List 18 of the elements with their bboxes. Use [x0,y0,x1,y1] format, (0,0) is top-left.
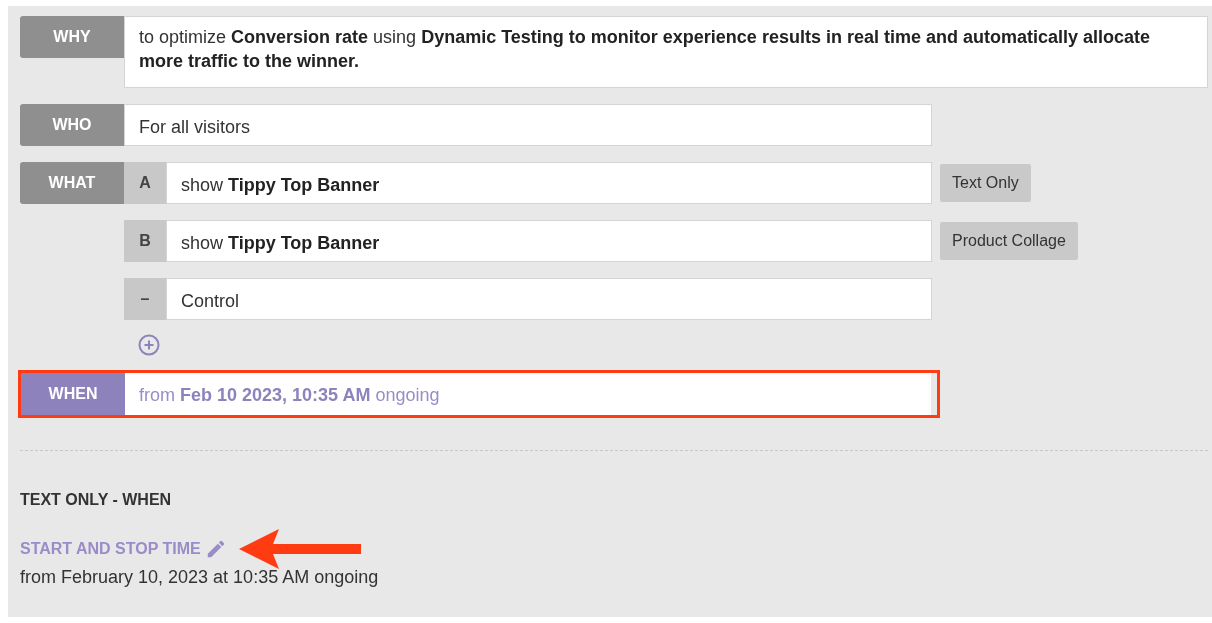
variant-tag[interactable]: Text Only [940,164,1031,202]
row-label: WHY [20,16,124,58]
who-text: For all visitors [124,104,932,146]
variant-tag[interactable]: Product Collage [940,222,1078,260]
variant-text: Control [166,278,932,320]
row-label: WHAT [20,162,124,204]
variant-text: show Tippy Top Banner [166,162,932,204]
section-heading: TEXT ONLY - WHEN [20,491,173,509]
variant-text: show Tippy Top Banner [166,220,932,262]
variant-letter: – [124,278,166,320]
time-range-text: from February 10, 2023 at 10:35 AM ongoing [20,567,380,588]
add-icon[interactable] [138,334,160,356]
why-text: to optimize Conversion rate using Dynamic Testing to monitor experience results in real time and automatically allocate more traffic to the winner. [124,16,1208,88]
row-label: WHEN [21,373,125,415]
variant-letter: B [124,220,166,262]
variant-letter: A [124,162,166,204]
when-text: from Feb 10 2023, 10:35 AM ongoing [125,373,931,415]
row-label: WHO [20,104,124,146]
